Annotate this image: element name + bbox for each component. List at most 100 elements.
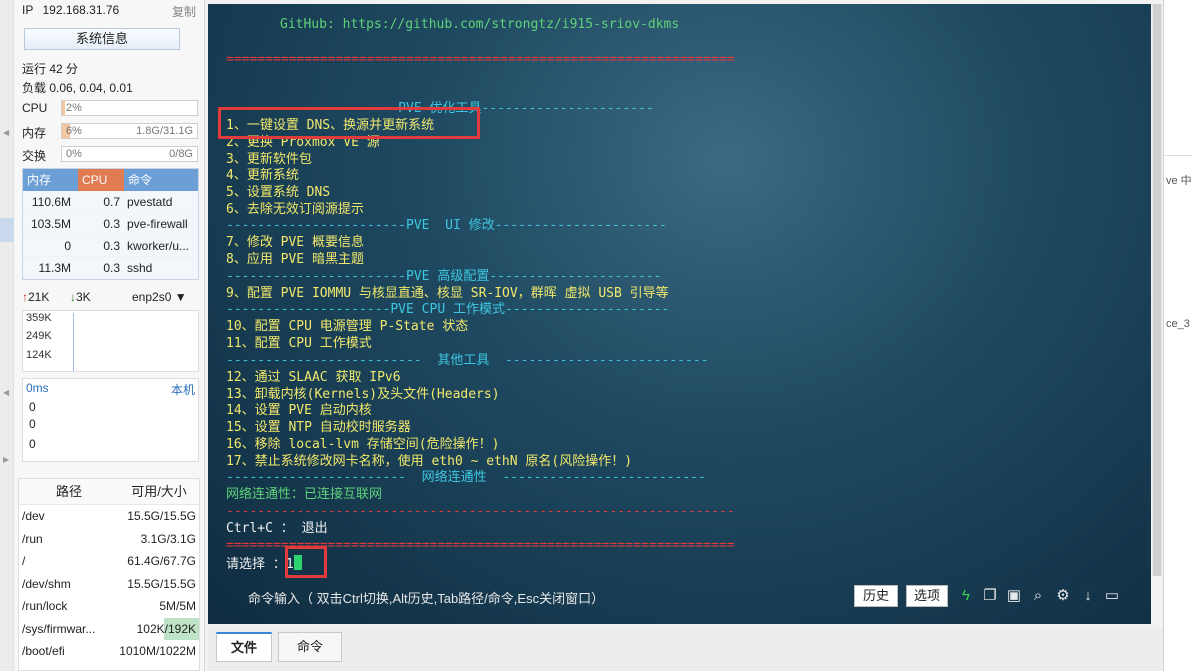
command-bar: 命令输入（ 双击Ctrl切换,Alt历史,Tab路径/命令,Esc关闭窗口） 历… — [208, 580, 1151, 612]
collapse-arrow-icon[interactable]: ◀ — [3, 128, 9, 137]
separator-line: ----------------------------------------… — [226, 504, 735, 519]
menu-item-12: 12、通过 SLAAC 获取 IPv6 — [226, 370, 401, 385]
copy-icon[interactable]: ❐ — [980, 586, 1000, 606]
menu-item-11: 11、配置 CPU 工作模式 — [226, 336, 372, 351]
col-memory[interactable]: 内存 — [23, 169, 78, 191]
download-value: 3K — [76, 290, 91, 304]
cpu-value: 2% — [66, 102, 82, 114]
network-trace — [73, 313, 74, 371]
interface-name: enp2s0 — [132, 290, 172, 304]
download-stat: ↓3K — [70, 290, 91, 304]
disk-size: 15.5G/15.5G — [127, 509, 196, 523]
collapse-arrow-icon[interactable]: ▶ — [3, 455, 9, 464]
col-size[interactable]: 可用/大小 — [119, 479, 199, 504]
menu-item-4: 4、更新系统 — [226, 168, 299, 183]
interface-select[interactable]: enp2s0 ▼ — [132, 290, 187, 304]
swap-detail: 0/8G — [169, 148, 193, 160]
proc-mem: 11.3M — [38, 261, 71, 275]
copy-ip-button[interactable]: 复制 — [172, 3, 196, 20]
edge-selection — [0, 218, 14, 242]
menu-item-9: 9、配置 PVE IOMMU 与核显直通、核显 SR-IOV，群晖 虚拟 USB… — [226, 286, 669, 301]
bg-window-text: ce_3 — [1166, 318, 1190, 330]
table-row[interactable]: /sys/firmwar... 102K/192K — [19, 617, 199, 640]
network-header: ↑21K ↓3K enp2s0 ▼ — [22, 290, 200, 308]
latency-value: 0 — [29, 400, 36, 414]
memory-label: 内存 — [22, 126, 47, 140]
swap-meter: 交换 0% 0/8G — [22, 146, 198, 163]
disk-table-header: 路径 可用/大小 — [19, 479, 199, 505]
system-info-button[interactable]: 系统信息 — [24, 28, 180, 50]
collapse-arrow-icon[interactable]: ◀ — [3, 388, 9, 397]
table-row[interactable]: 110.6M 0.7 pvestatd — [23, 191, 198, 213]
table-row[interactable]: / 61.4G/67.7G — [19, 550, 199, 573]
table-row[interactable]: /run/lock 5M/5M — [19, 595, 199, 618]
terminal[interactable]: GitHub: https://github.com/strongtz/i915… — [208, 4, 1151, 624]
section-header-other: ------------------------- 其他工具 ---------… — [226, 353, 709, 368]
menu-item-15: 15、设置 NTP 自动校时服务器 — [226, 420, 411, 435]
latency-panel: 0ms 本机 0 0 0 — [22, 378, 199, 462]
cpu-bar-fill — [62, 101, 65, 115]
table-row[interactable]: /dev/shm 15.5G/15.5G — [19, 573, 199, 596]
latency-label: 0ms — [26, 381, 49, 395]
proc-cpu: 0.7 — [103, 195, 120, 209]
highlight-box-input — [285, 546, 327, 578]
menu-item-17: 17、禁止系统修改网卡名称，使用 eth0 ~ ethN 原名(风险操作！) — [226, 454, 633, 469]
options-button[interactable]: 选项 — [906, 585, 948, 607]
lightning-icon[interactable]: ϟ — [956, 586, 976, 606]
scrollbar-thumb[interactable] — [1153, 4, 1161, 576]
disk-path: /dev/shm — [22, 576, 71, 591]
section-header-ui: -----------------------PVE UI 修改--------… — [226, 218, 667, 233]
upload-value: 21K — [28, 290, 50, 304]
latency-host[interactable]: 本机 — [171, 381, 195, 398]
left-edge-strip: ◀ ◀ ▶ — [0, 0, 14, 671]
github-line: GitHub: https://github.com/strongtz/i915… — [280, 17, 680, 32]
search-icon[interactable]: ⌕ — [1028, 586, 1048, 606]
menu-item-7: 7、修改 PVE 概要信息 — [226, 235, 364, 250]
disk-size: 61.4G/67.7G — [127, 554, 196, 568]
paste-icon[interactable]: ▣ — [1004, 586, 1024, 606]
proc-mem: 110.6M — [31, 195, 71, 209]
tab-files[interactable]: 文件 — [216, 632, 272, 662]
cpu-bar: 2% — [61, 100, 198, 116]
network-chart: 359K 249K 124K — [22, 310, 199, 372]
table-row[interactable]: /boot/efi 1010M/1022M — [19, 640, 199, 663]
y-tick: 124K — [26, 349, 52, 361]
table-row[interactable]: 0 0.3 kworker/u... — [23, 235, 198, 257]
y-tick: 359K — [26, 312, 52, 324]
disk-path: /sys/firmwar... — [22, 621, 96, 636]
disk-size: 5M/5M — [159, 599, 196, 613]
background-window: ve 中 ce_3 — [1163, 0, 1192, 671]
table-row[interactable]: 103.5M 0.3 pve-firewall — [23, 213, 198, 235]
cpu-label: CPU — [22, 101, 48, 115]
history-button[interactable]: 历史 — [854, 585, 898, 607]
tab-commands[interactable]: 命令 — [278, 632, 342, 662]
table-row[interactable]: /dev 15.5G/15.5G — [19, 505, 199, 528]
uptime-text: 运行 42 分 — [22, 62, 79, 76]
window-icon[interactable]: ▭ — [1102, 586, 1122, 606]
command-input-hint[interactable]: 命令输入（ 双击Ctrl切换,Alt历史,Tab路径/命令,Esc关闭窗口） — [248, 588, 604, 607]
ip-row: IP 192.168.31.76 复制 — [22, 3, 198, 19]
gear-icon[interactable]: ⚙ — [1053, 586, 1073, 606]
table-row[interactable]: 11.3M 0.3 sshd — [23, 257, 198, 279]
col-path[interactable]: 路径 — [19, 479, 119, 504]
arrow-down-icon[interactable]: ↓ — [1078, 586, 1098, 606]
proc-mem: 0 — [64, 239, 71, 253]
exit-hint: Ctrl+C ： 退出 — [226, 521, 328, 536]
disk-path: /run/lock — [22, 599, 68, 613]
left-status-panel: ◀ ◀ ▶ IP 192.168.31.76 复制 系统信息 运行 42 分 负… — [0, 0, 205, 671]
col-command[interactable]: 命令 — [124, 169, 198, 191]
memory-meter: 内存 6% 1.8G/31.1G — [22, 123, 198, 140]
menu-item-5: 5、设置系统 DNS — [226, 185, 331, 200]
menu-item-13: 13、卸载内核(Kernels)及头文件(Headers) — [226, 387, 500, 402]
menu-item-6: 6、去除无效订阅源提示 — [226, 202, 364, 217]
disk-size: 102K/192K — [129, 617, 199, 640]
table-row[interactable]: /run 3.1G/3.1G — [19, 528, 199, 551]
proc-cmd: pvestatd — [127, 195, 173, 209]
disk-path: / — [22, 554, 26, 568]
terminal-scrollbar[interactable] — [1152, 4, 1162, 576]
prompt-label: 请选择 ： — [226, 557, 286, 572]
col-cpu[interactable]: CPU — [78, 169, 124, 191]
swap-bar: 0% 0/8G — [61, 146, 198, 162]
menu-item-8: 8、应用 PVE 暗黑主题 — [226, 252, 364, 267]
upload-stat: ↑21K — [22, 290, 50, 304]
